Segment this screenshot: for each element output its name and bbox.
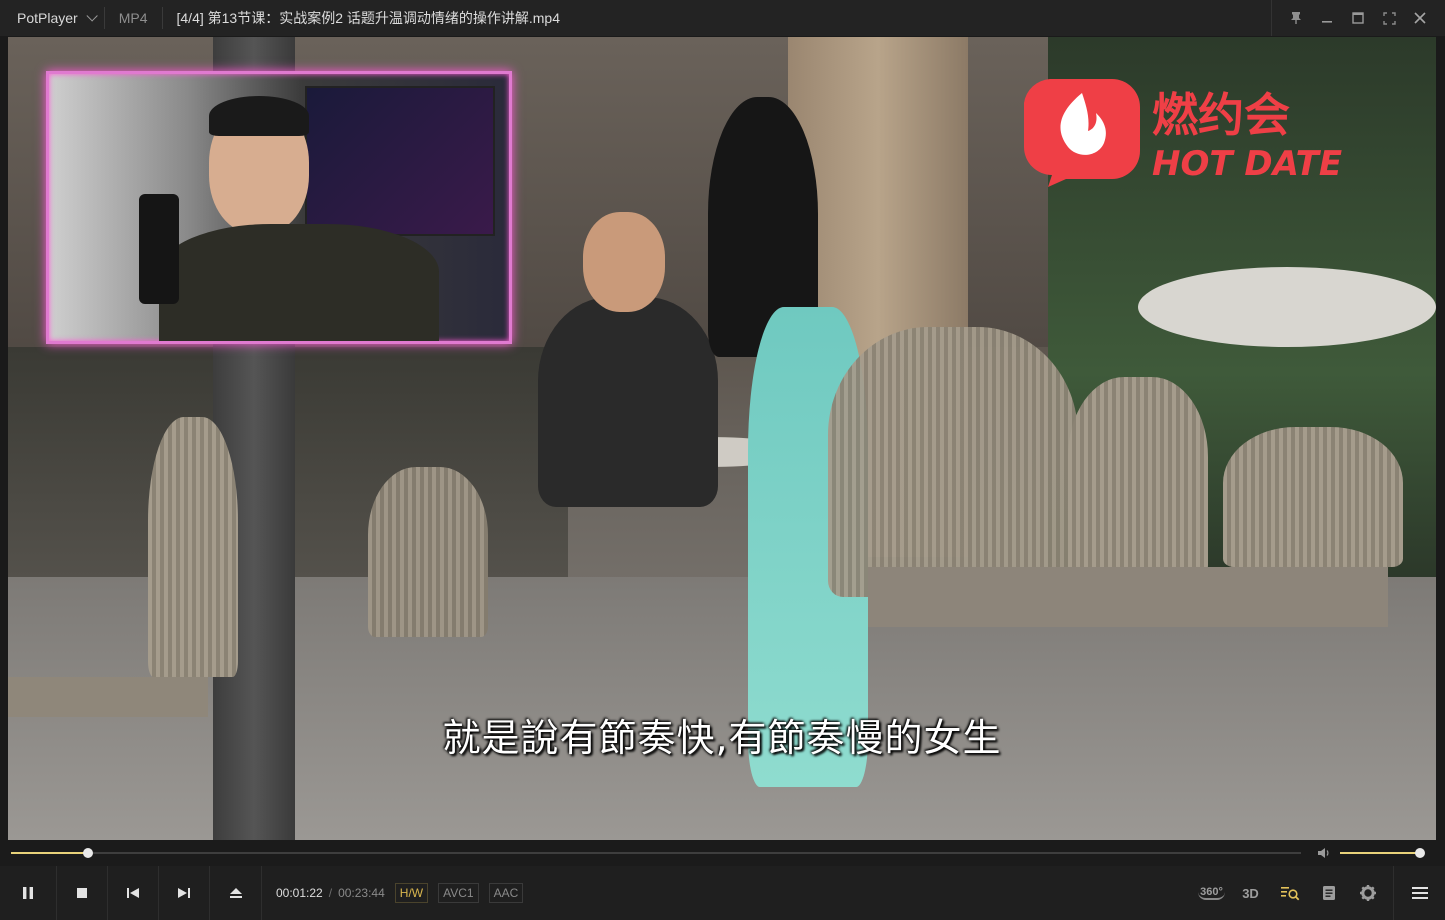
seek-progress xyxy=(11,852,89,854)
3d-icon: 3D xyxy=(1242,885,1259,901)
table-top xyxy=(1138,267,1436,347)
chair-back xyxy=(1068,377,1208,577)
document-icon xyxy=(1322,886,1335,900)
man-head xyxy=(583,212,665,312)
man-black-shirt xyxy=(538,297,718,507)
vr-360-button[interactable]: 360° xyxy=(1192,866,1231,920)
current-time: 00:01:22 xyxy=(276,886,323,900)
time-display: 00:01:22 / 00:23:44 H/W AVC1 AAC xyxy=(262,883,524,903)
eject-icon xyxy=(229,888,242,898)
fullscreen-icon[interactable] xyxy=(1374,0,1404,36)
control-bar: 00:01:22 / 00:23:44 H/W AVC1 AAC 360° 3D xyxy=(0,866,1445,920)
presenter-hair xyxy=(209,96,309,136)
microphone xyxy=(139,194,179,304)
seek-handle[interactable] xyxy=(83,848,94,858)
video-frame[interactable]: 燃约会 HOT DATE 就是說有節奏快,有節奏慢的女生 xyxy=(8,37,1436,840)
chevron-down-icon xyxy=(86,10,98,22)
speaker-icon[interactable] xyxy=(1316,845,1332,866)
chair-seat xyxy=(868,567,1388,627)
pause-button[interactable] xyxy=(0,866,57,920)
close-icon[interactable] xyxy=(1405,0,1435,36)
gear-icon xyxy=(1359,885,1376,901)
app-menu-button[interactable]: PotPlayer xyxy=(0,0,104,36)
eject-button[interactable] xyxy=(210,866,262,920)
settings-button[interactable] xyxy=(1348,866,1387,920)
logo-text-en: HOT DATE xyxy=(1152,144,1342,184)
audio-codec-badge[interactable]: AAC xyxy=(488,883,524,903)
playlist-button[interactable] xyxy=(1309,866,1348,920)
monitor xyxy=(305,86,495,236)
file-title: [4/4] 第13节课：实战案例2 话题升温调动情绪的操作讲解.mp4 xyxy=(176,10,561,26)
stop-button[interactable] xyxy=(57,866,108,920)
chair-back xyxy=(828,327,1078,597)
subtitle-search-button[interactable] xyxy=(1270,866,1309,920)
subtitle-search-icon xyxy=(1280,887,1299,901)
presenter-shirt xyxy=(159,224,439,341)
seek-row xyxy=(0,840,1445,866)
stop-icon xyxy=(77,888,87,898)
title-bar: PotPlayer MP4 [4/4] 第13节课：实战案例2 话题升温调动情绪… xyxy=(0,0,1445,36)
3d-button[interactable]: 3D xyxy=(1231,866,1270,920)
total-duration: 00:23:44 xyxy=(338,886,385,900)
volume-slider[interactable] xyxy=(1340,848,1425,858)
time-separator: / xyxy=(328,886,333,900)
previous-button[interactable] xyxy=(108,866,159,920)
volume-handle[interactable] xyxy=(1415,848,1425,858)
format-label: MP4 xyxy=(118,10,148,26)
hamburger-menu-icon xyxy=(1411,887,1428,899)
minimize-icon[interactable] xyxy=(1312,0,1342,36)
previous-icon xyxy=(127,888,139,898)
chair-back xyxy=(1223,427,1403,567)
subtitle-text: 就是說有節奏快,有節奏慢的女生 xyxy=(442,716,1002,760)
next-icon xyxy=(178,888,190,898)
next-button[interactable] xyxy=(159,866,210,920)
right-controls: 360° 3D xyxy=(1192,866,1445,920)
picture-in-picture-inset xyxy=(46,71,512,344)
pause-icon xyxy=(23,887,33,899)
menu-button[interactable] xyxy=(1400,866,1439,920)
divider xyxy=(1393,866,1394,920)
app-name: PotPlayer xyxy=(17,10,78,26)
chair-back xyxy=(368,467,488,637)
logo-text-cn: 燃约会 xyxy=(1152,88,1290,142)
seek-bar[interactable] xyxy=(11,848,1301,858)
divider xyxy=(1271,0,1272,36)
window-controls xyxy=(1271,0,1445,36)
hot-date-logo: 燃约会 HOT DATE xyxy=(1024,79,1342,187)
pin-icon[interactable] xyxy=(1281,0,1311,36)
hw-decode-badge[interactable]: H/W xyxy=(394,883,429,903)
volume-level xyxy=(1340,852,1420,854)
video-codec-badge[interactable]: AVC1 xyxy=(438,883,479,903)
vr-360-icon: 360° xyxy=(1198,886,1225,900)
maximize-icon[interactable] xyxy=(1343,0,1373,36)
chair-back xyxy=(148,417,238,677)
